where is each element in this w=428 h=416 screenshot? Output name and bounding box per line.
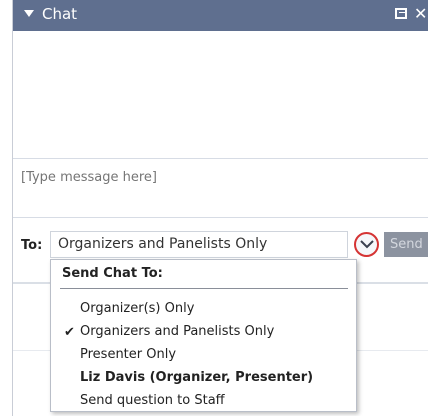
divider bbox=[13, 217, 428, 218]
chat-history bbox=[13, 31, 428, 158]
to-label: To: bbox=[21, 238, 43, 253]
collapse-triangle-icon[interactable] bbox=[24, 10, 34, 17]
menu-item-liz-davis[interactable]: Liz Davis (Organizer, Presenter) bbox=[80, 370, 313, 385]
chat-title: Chat bbox=[42, 5, 78, 23]
menu-header: Send Chat To: bbox=[62, 266, 163, 281]
recipient-value: Organizers and Panelists Only bbox=[58, 236, 268, 252]
popout-icon[interactable] bbox=[395, 8, 407, 19]
recipient-dropdown-button[interactable] bbox=[354, 232, 379, 257]
checkmark-icon: ✔ bbox=[64, 325, 75, 340]
menu-item-organizers-only[interactable]: Organizer(s) Only bbox=[80, 301, 194, 316]
message-input[interactable] bbox=[13, 160, 428, 216]
menu-separator bbox=[60, 288, 348, 289]
menu-item-send-question-to-staff[interactable]: Send question to Staff bbox=[80, 393, 225, 408]
send-button[interactable]: Send bbox=[384, 232, 428, 257]
chevron-down-icon bbox=[360, 240, 374, 249]
close-icon[interactable]: ✕ bbox=[414, 4, 427, 24]
divider bbox=[13, 158, 428, 159]
menu-item-organizers-and-panelists[interactable]: Organizers and Panelists Only bbox=[80, 324, 274, 339]
menu-item-presenter-only[interactable]: Presenter Only bbox=[80, 347, 176, 362]
